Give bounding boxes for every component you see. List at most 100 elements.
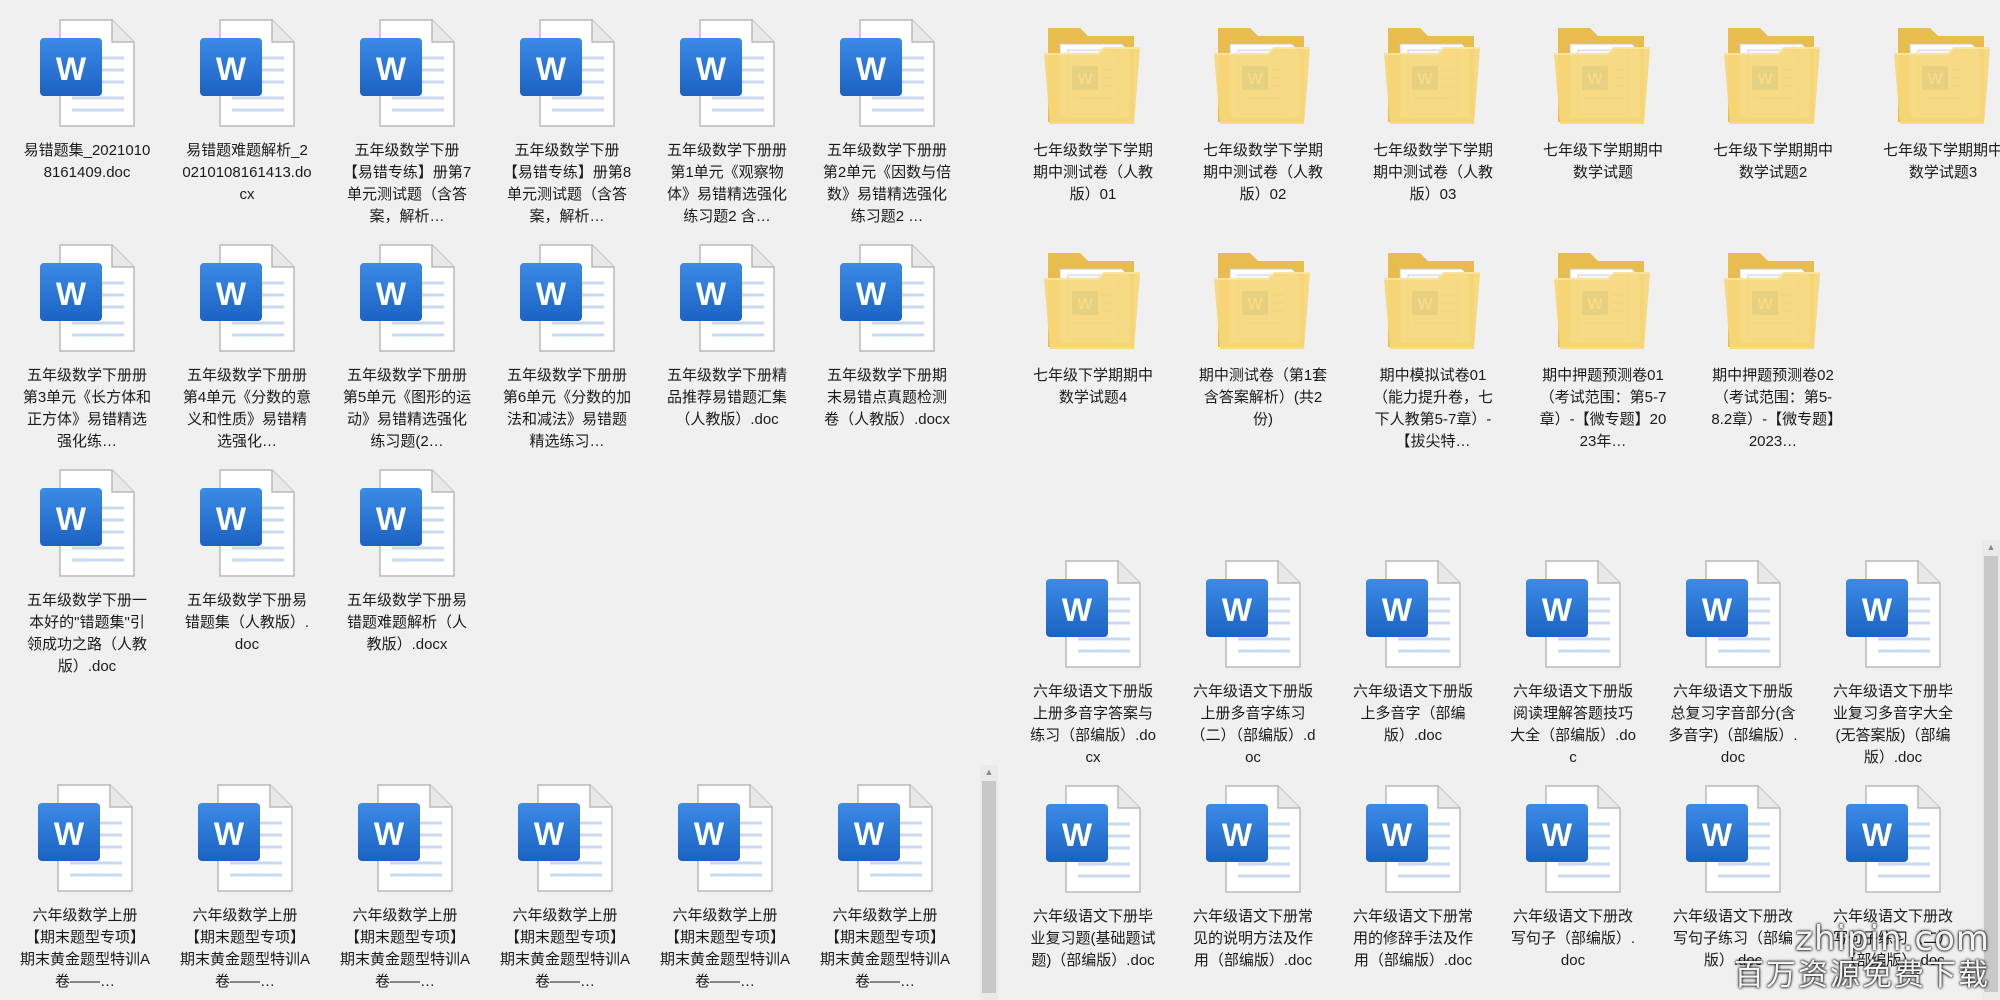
file-grid-top-left: W 易错题集_20210108161409.doc W 易错题难题解析_2021… — [22, 14, 952, 689]
file-name-label: 五年级数学下册册第3单元《长方体和正方体》易错精选强化练… — [22, 367, 152, 450]
file-name-label: 期中测试卷（第1套含答案解析）(共2份) — [1198, 367, 1328, 428]
folder-icon: W — [1548, 239, 1658, 357]
file-name-label: 六年级数学上册【期末题型专项】期末黄金题型特训A卷——… — [20, 907, 150, 990]
file-name-label: 六年级语文下册常见的说明方法及作用（部编版）.doc — [1192, 908, 1313, 969]
file-item[interactable]: W 六年级语文下册毕业复习题(基础题试题)（部编版）.doc — [1028, 780, 1158, 1000]
svg-text:W: W — [56, 276, 87, 312]
file-item[interactable]: W 六年级数学上册【期末题型专项】期末黄金题型特训A卷——… — [660, 779, 790, 1000]
file-item[interactable]: W 六年级语文下册毕业复习多音字大全(无答案版)（部编版）.doc — [1828, 555, 1958, 780]
file-item[interactable]: W 六年级数学上册【期末题型专项】期末黄金题型特训A卷——… — [340, 779, 470, 1000]
svg-text:W: W — [1222, 592, 1253, 628]
file-name-label: 五年级数学下册册第5单元《图形的运动》易错精选强化练习题(2… — [342, 367, 472, 450]
word-doc-icon: W — [830, 779, 940, 897]
file-name-label: 六年级语文下册版阅读理解答题技巧大全（部编版）.doc — [1510, 683, 1636, 766]
file-name-label: 六年级数学上册【期末题型专项】期末黄金题型特训A卷——… — [340, 907, 470, 990]
folder-item[interactable]: W 七年级下学期期中数学试题2 — [1708, 14, 1838, 239]
file-item[interactable]: W 六年级语文下册常见的说明方法及作用（部编版）.doc — [1188, 780, 1318, 1000]
file-item[interactable]: W 六年级语文下册版上册多音字练习（二）（部编版）.doc — [1188, 555, 1318, 780]
folder-icon: W — [1208, 14, 1318, 132]
folder-item[interactable]: W 期中押题预测卷02（考试范围：第5-8.2章）-【微专题】2023… — [1708, 239, 1838, 464]
word-doc-icon: W — [190, 779, 300, 897]
folder-item[interactable]: W 七年级数学下学期期中测试卷（人教版）03 — [1368, 14, 1498, 239]
file-item[interactable]: W 五年级数学下册易错题集（人教版）.doc — [182, 464, 312, 689]
file-item[interactable]: W 六年级数学上册【期末题型专项】期末黄金题型特训A卷——… — [820, 779, 950, 1000]
svg-text:W: W — [216, 276, 247, 312]
folder-icon: W — [1378, 14, 1488, 132]
folder-item[interactable]: W 七年级下学期期中数学试题 — [1538, 14, 1668, 239]
folder-item[interactable]: W 七年级下学期期中数学试题3 — [1878, 14, 2000, 239]
vertical-scrollbar-bottom-left[interactable]: ▲ — [980, 765, 998, 1000]
file-name-label: 七年级下学期期中数学试题4 — [1032, 367, 1153, 406]
file-name-label: 六年级语文下册版上册多音字练习（二）（部编版）.doc — [1190, 683, 1316, 766]
word-doc-icon: W — [352, 239, 462, 357]
file-item[interactable]: W 六年级数学上册【期末题型专项】期末黄金题型特训A卷——… — [20, 779, 150, 1000]
file-item[interactable]: W 六年级数学上册【期末题型专项】期末黄金题型特训A卷——… — [500, 779, 630, 1000]
svg-text:W: W — [214, 816, 245, 852]
svg-text:W: W — [216, 501, 247, 537]
file-item[interactable]: W 六年级语文下册版上册多音字答案与练习（部编版）.docx — [1028, 555, 1158, 780]
file-item[interactable]: W 易错题集_20210108161409.doc — [22, 14, 152, 239]
word-doc-icon: W — [1358, 780, 1468, 898]
file-item[interactable]: W 五年级数学下册册第6单元《分数的加法和减法》易错题精选练习… — [502, 239, 632, 464]
word-doc-icon: W — [1518, 780, 1628, 898]
scrollbar-thumb[interactable] — [982, 781, 996, 993]
svg-text:W: W — [696, 51, 727, 87]
folder-icon: W — [1548, 14, 1658, 132]
folder-grid-top-right: W 七年级数学下学期期中测试卷（人教版）01 W 七年级数学下学期期中测试卷（人… — [1028, 14, 2000, 464]
folder-item[interactable]: W 七年级下学期期中数学试题4 — [1028, 239, 1158, 464]
svg-text:W: W — [374, 816, 405, 852]
file-item[interactable]: W 五年级数学下册【易错专练】册第8单元测试题（含答案，解析… — [502, 14, 632, 239]
file-name-label: 五年级数学下册册第4单元《分数的意义和性质》易错精选强化… — [182, 367, 312, 450]
file-item[interactable]: W 五年级数学下册册第4单元《分数的意义和性质》易错精选强化… — [182, 239, 312, 464]
file-name-label: 六年级语文下册版上多音字（部编版）.doc — [1352, 683, 1473, 744]
file-item[interactable]: W 六年级数学上册【期末题型专项】期末黄金题型特训A卷——… — [180, 779, 310, 1000]
file-item[interactable]: W 五年级数学下册册第1单元《观察物体》易错精选强化练习题2 含… — [662, 14, 792, 239]
svg-text:W: W — [1862, 592, 1893, 628]
file-grid-bottom-left: W 六年级数学上册【期末题型专项】期末黄金题型特训A卷——… W 六年级数学上册… — [20, 779, 950, 1000]
file-name-label: 五年级数学下册期末易错点真题检测卷（人教版）.docx — [824, 367, 950, 428]
svg-text:W: W — [1862, 817, 1893, 853]
file-name-label: 六年级数学上册【期末题型专项】期末黄金题型特训A卷——… — [820, 907, 950, 990]
file-name-label: 六年级语文下册常用的修辞手法及作用（部编版）.doc — [1352, 908, 1473, 969]
folder-icon: W — [1718, 14, 1828, 132]
svg-text:W: W — [216, 51, 247, 87]
word-doc-icon: W — [352, 14, 462, 132]
file-item[interactable]: W 五年级数学下册易错题难题解析（人教版）.docx — [342, 464, 472, 689]
scroll-up-arrow-icon[interactable]: ▲ — [1982, 540, 2000, 554]
folder-item[interactable]: W 期中押题预测卷01（考试范围：第5-7章）-【微专题】2023年… — [1538, 239, 1668, 464]
file-item[interactable]: W 六年级语文下册版总复习字音部分(含多音字)（部编版）.doc — [1668, 555, 1798, 780]
file-item[interactable]: W 六年级语文下册改写句子（部编版）.doc — [1508, 780, 1638, 1000]
word-doc-icon: W — [192, 239, 302, 357]
file-name-label: 六年级数学上册【期末题型专项】期末黄金题型特训A卷——… — [660, 907, 790, 990]
file-item[interactable]: W 五年级数学下册册第5单元《图形的运动》易错精选强化练习题(2… — [342, 239, 472, 464]
svg-text:W: W — [1702, 817, 1733, 853]
svg-text:W: W — [376, 276, 407, 312]
file-item[interactable]: W 五年级数学下册【易错专练】册第7单元测试题（含答案，解析… — [342, 14, 472, 239]
file-item[interactable]: W 五年级数学下册期末易错点真题检测卷（人教版）.docx — [822, 239, 952, 464]
file-item[interactable]: W 六年级语文下册常用的修辞手法及作用（部编版）.doc — [1348, 780, 1478, 1000]
svg-text:W: W — [1062, 817, 1093, 853]
file-item[interactable]: W 五年级数学下册一本好的"错题集"引领成功之路（人教版）.doc — [22, 464, 152, 689]
word-doc-icon: W — [1838, 780, 1948, 898]
file-item[interactable]: W 五年级数学下册册第3单元《长方体和正方体》易错精选强化练… — [22, 239, 152, 464]
folder-item[interactable]: W 期中测试卷（第1套含答案解析）(共2份) — [1198, 239, 1328, 464]
file-item[interactable]: W 五年级数学下册册第2单元《因数与倍数》易错精选强化练习题2 … — [822, 14, 952, 239]
file-name-label: 六年级语文下册版上册多音字答案与练习（部编版）.docx — [1030, 683, 1156, 766]
folder-item[interactable]: W 七年级数学下学期期中测试卷（人教版）02 — [1198, 14, 1328, 239]
file-item[interactable]: W 六年级语文下册版阅读理解答题技巧大全（部编版）.doc — [1508, 555, 1638, 780]
word-doc-icon: W — [32, 239, 142, 357]
word-doc-icon: W — [352, 464, 462, 582]
word-doc-icon: W — [192, 464, 302, 582]
word-doc-icon: W — [832, 239, 942, 357]
file-item[interactable]: W 易错题难题解析_20210108161413.docx — [182, 14, 312, 239]
folder-item[interactable]: W 期中模拟试卷01（能力提升卷，七下人教第5-7章）-【拔尖特… — [1368, 239, 1498, 464]
pane-bottom-left: W 六年级数学上册【期末题型专项】期末黄金题型特训A卷——… W 六年级数学上册… — [0, 765, 980, 1000]
file-item[interactable]: W 五年级数学下册精品推荐易错题汇集（人教版）.doc — [662, 239, 792, 464]
svg-text:W: W — [1542, 817, 1573, 853]
file-item[interactable]: W 六年级语文下册版上多音字（部编版）.doc — [1348, 555, 1478, 780]
svg-text:W: W — [376, 51, 407, 87]
svg-text:W: W — [856, 276, 887, 312]
word-doc-icon: W — [832, 14, 942, 132]
scroll-up-arrow-icon[interactable]: ▲ — [980, 765, 998, 779]
folder-item[interactable]: W 七年级数学下学期期中测试卷（人教版）01 — [1028, 14, 1158, 239]
